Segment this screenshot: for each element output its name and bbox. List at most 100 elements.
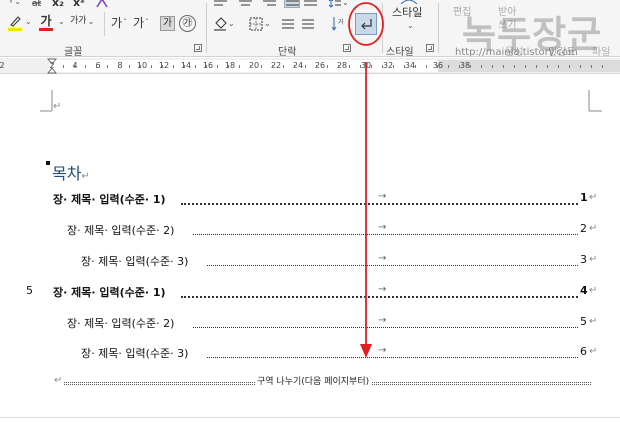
text-direction-icon[interactable]: [280, 16, 296, 32]
toc-entry-text: 장· 제목· 입력(수준· 2): [67, 224, 175, 237]
paragraph-mark: ↵: [53, 101, 62, 112]
highlight-dropdown-icon[interactable]: ⌄: [25, 18, 32, 26]
strikethrough-icon[interactable]: ab: [31, 0, 41, 7]
toc-entry[interactable]: 장· 제목· 입력(수준· 2) → 5 ↵: [0, 315, 620, 331]
svg-text:가: 가: [338, 18, 344, 26]
style-group-label: 스타일: [386, 47, 414, 57]
paragraph-mark: ↵: [589, 254, 598, 265]
ruler-tick: [602, 65, 603, 68]
asian-layout-icon[interactable]: [300, 16, 316, 32]
ruler-tick: [580, 65, 581, 68]
line-spacing-button[interactable]: ⌄: [328, 0, 349, 8]
ruler-number: 16: [202, 61, 214, 70]
horizontal-ruler[interactable]: 2 2 4 6 8 10 12 14 16 18 20 22 24 26 28 30 32 34 36 38: [0, 58, 620, 74]
paint-bucket-icon: [214, 17, 227, 31]
toc-entry[interactable]: 장· 제목· 입력(수준· 1) → 1 ↵: [0, 191, 620, 207]
paragraph-shading-button[interactable]: ⌄: [213, 15, 235, 33]
ruler-number: 14: [180, 61, 192, 70]
paragraph-dialog-launcher[interactable]: [343, 44, 351, 52]
ruler-tick: [151, 65, 152, 68]
ruler-tick: [426, 65, 427, 68]
ruler-tick: [250, 65, 251, 68]
show-formatting-marks-button[interactable]: [355, 13, 377, 35]
paragraph-mark: ↵: [589, 223, 598, 234]
toc-page-number: 1: [580, 191, 588, 204]
align-right-icon[interactable]: [262, 0, 276, 8]
style-dialog-launcher[interactable]: [426, 44, 434, 52]
ruler-tick: [118, 65, 119, 68]
ruler-tick: [404, 65, 405, 68]
font-group-label: 글꼴: [64, 47, 83, 57]
ruler-tick: [371, 65, 372, 68]
ruler-tick: [591, 65, 592, 68]
toc-dot-leader: [207, 357, 578, 358]
ruler-tick: [547, 65, 548, 68]
toc-dot-leader: [193, 327, 578, 328]
ruler-tick: [140, 65, 141, 68]
borders-button[interactable]: ⌄: [249, 16, 271, 32]
style-dropdown-icon[interactable]: ⌄: [407, 22, 414, 30]
paragraph-mark: ↵: [589, 192, 598, 203]
ruler-tick: [569, 65, 570, 68]
ruler-tick: [470, 65, 471, 68]
align-center-icon[interactable]: [238, 0, 252, 8]
ruler-tick: [382, 65, 383, 68]
section-break-label: 구역 나누기(다음 페이지부터): [255, 374, 372, 387]
ribbon: ㄱ⌄ ab x₂ x² ⌄ 가 ⌄ 가가⌄ 가ˆ 가ˇ 가 ㉮ 글꼴: [0, 0, 620, 57]
document-page[interactable]: ↵ 목차↵ 장· 제목· 입력(수준· 1) → 1 ↵ 장· 제목· 입력(수준· 2…: [0, 75, 620, 422]
toc-page-number: 4: [580, 284, 588, 297]
tab-mark: →: [378, 315, 387, 326]
grow-font-letter: 가: [111, 16, 123, 30]
paragraph-mark: ↵: [589, 346, 598, 357]
ruler-tick: [107, 65, 108, 68]
paragraph-mark: ↵: [589, 316, 598, 327]
style-button[interactable]: 스타일: [392, 7, 422, 18]
line-spacing-icon: [328, 0, 341, 8]
grow-font-button[interactable]: 가ˆ: [111, 15, 127, 31]
style-gallery-icon[interactable]: [387, 0, 431, 4]
distribute-icon[interactable]: [303, 0, 317, 8]
ruler-tick: [316, 65, 317, 68]
tab-mark: →: [378, 222, 387, 233]
highlight-color-button[interactable]: [4, 13, 26, 33]
toc-dot-leader: [181, 296, 578, 298]
ruler-tick: [558, 65, 559, 68]
ruler-tick: [481, 65, 482, 68]
sort-icon[interactable]: 가: [330, 15, 346, 33]
tab-mark: →: [378, 191, 387, 202]
toc-entry-text: 장· 제목· 입력(수준· 3): [81, 347, 189, 360]
ruler-number: 10: [136, 61, 148, 70]
toc-entry[interactable]: 장· 제목· 입력(수준· 3) → 3 ↵: [0, 253, 620, 269]
enclose-characters-button[interactable]: ㉮: [179, 15, 196, 32]
page-bottom-edge: [0, 417, 620, 418]
toc-entry[interactable]: 장· 제목· 입력(수준· 3) → 6 ↵: [0, 345, 620, 361]
borders-icon: [249, 17, 263, 31]
ruler-tick: [327, 65, 328, 68]
font-color-letter: 가: [40, 14, 52, 28]
toc-entry-text: 장· 제목· 입력(수준· 3): [81, 255, 189, 268]
font-color-dropdown-icon[interactable]: ⌄: [58, 18, 65, 26]
toc-heading: 목차↵: [52, 164, 90, 183]
character-shading-button[interactable]: 가: [160, 16, 175, 31]
ruler-tick: [206, 65, 207, 68]
font-color-button[interactable]: 가: [37, 13, 55, 33]
toc-entry[interactable]: 장· 제목· 입력(수준· 1) → 4 ↵: [0, 284, 620, 300]
shrink-font-letter: 가: [133, 16, 145, 30]
clear-format-icon[interactable]: ㄱ ⌄: [4, 0, 21, 7]
justify-icon[interactable]: [284, 0, 300, 8]
font-dialog-launcher[interactable]: [194, 44, 202, 52]
subscript-button[interactable]: x₂: [52, 0, 64, 8]
change-case-button[interactable]: 가가 ⌄: [70, 17, 94, 26]
ruler-tick: [360, 65, 361, 68]
ruler-tick: [503, 65, 504, 68]
ruler-tick: [74, 65, 75, 68]
superscript-button[interactable]: x²: [73, 0, 85, 8]
align-left-icon[interactable]: [213, 0, 227, 8]
text-effects-icon[interactable]: [94, 0, 108, 8]
ruler-tick: [184, 65, 185, 68]
ruler-tick: [261, 65, 262, 68]
paragraph-mark-icon: [361, 19, 372, 30]
ruler-tick: [173, 65, 174, 68]
shrink-font-button[interactable]: 가ˇ: [133, 15, 149, 31]
toc-entry[interactable]: 장· 제목· 입력(수준· 2) → 2 ↵: [0, 222, 620, 238]
